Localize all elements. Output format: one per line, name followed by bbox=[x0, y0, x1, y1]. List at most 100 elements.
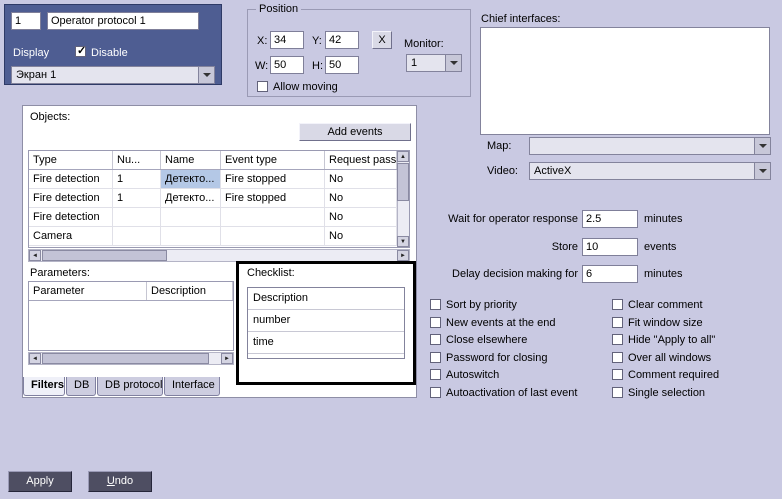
checkbox[interactable] bbox=[430, 299, 441, 310]
option-autoswitch[interactable]: Autoswitch bbox=[430, 368, 499, 381]
checklist-item-description[interactable]: Description bbox=[248, 288, 404, 310]
checkbox[interactable] bbox=[612, 387, 623, 398]
add-events-button[interactable]: Add events bbox=[299, 123, 411, 141]
checkbox[interactable] bbox=[612, 299, 623, 310]
checklist-listbox[interactable]: Descriptionnumbertime bbox=[247, 287, 405, 359]
option-fit-window-size[interactable]: Fit window size bbox=[612, 316, 703, 329]
clear-position-button[interactable]: X bbox=[372, 31, 392, 49]
cell[interactable]: No bbox=[325, 189, 397, 208]
cell[interactable] bbox=[161, 208, 221, 227]
column-header-nu[interactable]: Nu... bbox=[113, 151, 161, 169]
objects-table[interactable]: TypeNu...NameEvent typeRequest passFire … bbox=[28, 150, 410, 248]
cell[interactable] bbox=[113, 227, 161, 246]
disable-checkbox[interactable] bbox=[75, 46, 86, 57]
option-sort-by-priority[interactable]: Sort by priority bbox=[430, 298, 517, 311]
cell[interactable]: Fire stopped bbox=[221, 189, 325, 208]
option-comment-required[interactable]: Comment required bbox=[612, 368, 719, 381]
chevron-down-icon[interactable] bbox=[754, 138, 770, 154]
option-hide-apply-to-all[interactable]: Hide "Apply to all" bbox=[612, 333, 715, 346]
checkbox[interactable] bbox=[612, 317, 623, 328]
column-header-type[interactable]: Type bbox=[29, 151, 113, 169]
video-select[interactable]: ActiveX bbox=[529, 162, 771, 180]
scroll-thumb[interactable] bbox=[42, 353, 209, 364]
cell[interactable]: Fire detection bbox=[29, 189, 113, 208]
option-autoactivation-of-last-event[interactable]: Autoactivation of last event bbox=[430, 386, 577, 399]
allow-moving-checkbox[interactable] bbox=[257, 81, 268, 92]
scroll-left-icon[interactable] bbox=[29, 250, 41, 261]
cell[interactable]: No bbox=[325, 208, 397, 227]
scroll-right-icon[interactable] bbox=[221, 353, 233, 364]
screen-select[interactable]: Экран 1 bbox=[11, 66, 215, 84]
option-new-events-at-the-end[interactable]: New events at the end bbox=[430, 316, 555, 329]
cell[interactable] bbox=[221, 227, 325, 246]
column-header-parameter[interactable]: Parameter bbox=[29, 282, 147, 300]
chief-interfaces-listbox[interactable] bbox=[480, 27, 770, 135]
parameters-table[interactable]: ParameterDescription bbox=[28, 281, 234, 351]
cell[interactable]: Fire detection bbox=[29, 170, 113, 189]
objects-vertical-scrollbar[interactable] bbox=[397, 151, 409, 247]
option-single-selection[interactable]: Single selection bbox=[612, 386, 705, 399]
scroll-thumb[interactable] bbox=[42, 250, 167, 261]
cell[interactable]: 1 bbox=[113, 170, 161, 189]
chevron-down-icon[interactable] bbox=[445, 55, 461, 71]
cell[interactable] bbox=[113, 208, 161, 227]
checklist-item-number[interactable]: number bbox=[248, 310, 404, 332]
cell[interactable]: No bbox=[325, 170, 397, 189]
table-row[interactable]: Camera No bbox=[29, 227, 397, 246]
scroll-up-icon[interactable] bbox=[397, 151, 409, 162]
checklist-item-time[interactable]: time bbox=[248, 332, 404, 354]
checkbox[interactable] bbox=[430, 334, 441, 345]
scroll-right-icon[interactable] bbox=[397, 250, 409, 261]
cell[interactable] bbox=[161, 227, 221, 246]
column-header-event-type[interactable]: Event type bbox=[221, 151, 325, 169]
chevron-down-icon[interactable] bbox=[198, 67, 214, 83]
delay-decision-input[interactable] bbox=[582, 265, 638, 283]
cell[interactable]: 1 bbox=[113, 189, 161, 208]
apply-button[interactable]: Apply bbox=[8, 471, 72, 492]
checkbox[interactable] bbox=[430, 317, 441, 328]
table-row[interactable]: Fire detection1Детекто...Fire stoppedNo bbox=[29, 170, 397, 189]
scroll-down-icon[interactable] bbox=[397, 236, 409, 247]
store-input[interactable] bbox=[582, 238, 638, 256]
name-field[interactable] bbox=[47, 12, 199, 30]
cell[interactable]: Fire stopped bbox=[221, 170, 325, 189]
scroll-left-icon[interactable] bbox=[29, 353, 41, 364]
tab-interface[interactable]: Interface bbox=[164, 377, 220, 396]
parameters-horizontal-scrollbar[interactable] bbox=[28, 352, 234, 365]
undo-button[interactable]: Undo bbox=[88, 471, 152, 492]
checkbox[interactable] bbox=[430, 352, 441, 363]
option-password-for-closing[interactable]: Password for closing bbox=[430, 351, 548, 364]
tab-db[interactable]: DB bbox=[66, 377, 96, 396]
column-header-name[interactable]: Name bbox=[161, 151, 221, 169]
checkbox[interactable] bbox=[430, 369, 441, 380]
tab-db-protocol[interactable]: DB protocol bbox=[97, 377, 163, 396]
table-row[interactable]: Fire detection No bbox=[29, 208, 397, 227]
checkbox[interactable] bbox=[430, 387, 441, 398]
w-input[interactable] bbox=[270, 56, 304, 74]
map-select[interactable] bbox=[529, 137, 771, 155]
cell[interactable]: Детекто... bbox=[161, 189, 221, 208]
scroll-thumb[interactable] bbox=[397, 163, 409, 201]
cell[interactable]: No bbox=[325, 227, 397, 246]
tab-filters[interactable]: Filters bbox=[23, 377, 65, 396]
cell[interactable]: Детекто... bbox=[161, 170, 221, 189]
h-input[interactable] bbox=[325, 56, 359, 74]
wait-response-input[interactable] bbox=[582, 210, 638, 228]
chevron-down-icon[interactable] bbox=[754, 163, 770, 179]
table-row[interactable]: Fire detection1Детекто...Fire stoppedNo bbox=[29, 189, 397, 208]
cell[interactable]: Fire detection bbox=[29, 208, 113, 227]
option-clear-comment[interactable]: Clear comment bbox=[612, 298, 703, 311]
monitor-select[interactable]: 1 bbox=[406, 54, 462, 72]
x-input[interactable] bbox=[270, 31, 304, 49]
column-header-description[interactable]: Description bbox=[147, 282, 233, 300]
y-input[interactable] bbox=[325, 31, 359, 49]
checkbox[interactable] bbox=[612, 369, 623, 380]
option-close-elsewhere[interactable]: Close elsewhere bbox=[430, 333, 527, 346]
checkbox[interactable] bbox=[612, 334, 623, 345]
checkbox[interactable] bbox=[612, 352, 623, 363]
column-header-request-pass[interactable]: Request pass bbox=[325, 151, 397, 169]
option-over-all-windows[interactable]: Over all windows bbox=[612, 351, 711, 364]
id-field[interactable] bbox=[11, 12, 41, 30]
cell[interactable]: Camera bbox=[29, 227, 113, 246]
cell[interactable] bbox=[221, 208, 325, 227]
